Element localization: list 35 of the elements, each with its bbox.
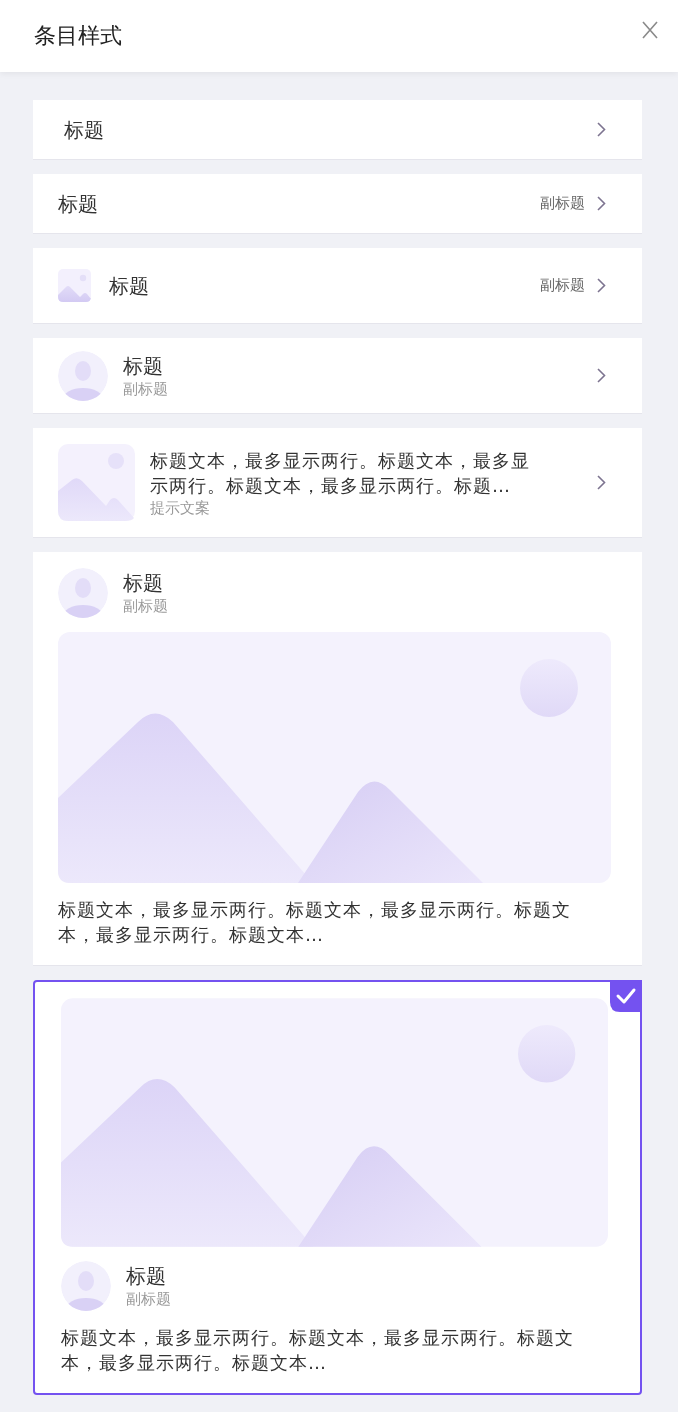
item-title: 标题 [123,570,163,596]
close-icon[interactable] [642,21,658,39]
list-card[interactable]: 标题 副标题 [33,338,642,414]
chevron-right-icon [597,196,606,211]
item-title: 标题 [64,116,104,143]
chevron-right-icon [597,368,606,383]
item-subtitle: 副标题 [126,1289,171,1309]
item-text: 标题文本，最多显示两行。标题文本，最多显示两行。标题文本，最多显示两行。标题文本… [61,1326,575,1375]
item-title: 标题 [126,1263,166,1289]
checkmark-badge-icon [610,980,642,1012]
avatar-icon [58,350,108,401]
item-subtitle: 副标题 [540,194,585,213]
image-thumbnail-icon [58,444,135,521]
list-card[interactable]: 标题 副标题 [33,248,642,324]
item-subtitle: 副标题 [540,276,585,295]
chevron-right-icon [597,122,606,137]
item-subtitle: 副标题 [123,378,168,399]
item-text: 标题文本，最多显示两行。标题文本，最多显示两行。标题文本，最多显示两行。标题… [150,448,531,498]
item-title: 标题 [109,272,149,299]
list-card[interactable]: 标题 副标题 标题文本，最多显示两行。标题文本，最多显示两行。标题文本，最多显示两行。标题文本… [33,552,642,966]
item-title: 标题 [58,190,98,217]
list-card[interactable]: 标题 [33,100,642,160]
avatar-icon [58,568,108,618]
chevron-right-icon [597,278,606,293]
item-title: 标题 [123,352,163,379]
avatar-icon [61,1261,111,1311]
item-text: 标题文本，最多显示两行。标题文本，最多显示两行。标题文本，最多显示两行。标题文本… [58,898,572,947]
item-hint: 提示文案 [150,497,210,518]
chevron-right-icon [597,475,606,490]
image-thumbnail-icon [58,269,91,302]
list-card[interactable]: 标题 副标题 标题文本，最多显示两行。标题文本，最多显示两行。标题文本，最多显示两行。标题文本… [33,980,642,1395]
header-title: 条目样式 [34,22,122,50]
list-card[interactable]: 标题文本，最多显示两行。标题文本，最多显示两行。标题文本，最多显示两行。标题… 提示文案 [33,428,642,538]
list-card[interactable]: 标题 副标题 [33,174,642,234]
item-subtitle: 副标题 [123,596,168,616]
